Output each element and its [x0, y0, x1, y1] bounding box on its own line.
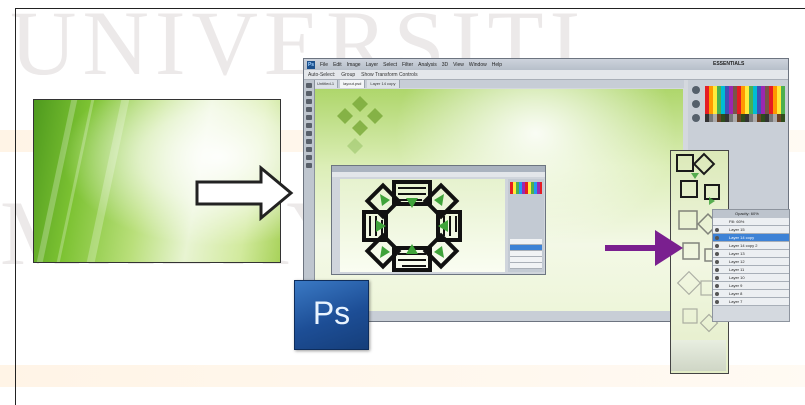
move-tool-icon[interactable] [306, 83, 312, 88]
light-streak [36, 100, 78, 262]
eye-icon[interactable] [715, 276, 719, 280]
eye-icon[interactable] [715, 268, 719, 272]
menu-item-filter[interactable]: Filter [402, 62, 413, 68]
small-ornament-icon [337, 96, 383, 154]
menu-item-edit[interactable]: Edit [333, 62, 342, 68]
photoshop-logo-text: Ps [312, 295, 351, 331]
menu-item-help[interactable]: Help [492, 62, 502, 68]
layer-name: Layer 8 [729, 291, 743, 296]
right-panels [508, 179, 544, 272]
layer-name: Layer 11 [729, 267, 745, 272]
doc-tab[interactable]: layout.psd [340, 80, 366, 88]
layer-name: Layer 15 [729, 227, 745, 232]
status-bar [315, 311, 683, 321]
brush-tool-icon[interactable] [306, 115, 312, 120]
nested-photoshop-window [331, 165, 546, 275]
white-arrow-icon [195, 165, 294, 221]
menu-item-analysis[interactable]: Analysis [418, 62, 437, 68]
layer-row[interactable]: Layer 12 [713, 258, 789, 266]
fill-value[interactable]: 60% [736, 219, 744, 224]
layer-row[interactable]: Layer 15 [713, 226, 789, 234]
ps-app-icon: Ps [307, 60, 315, 69]
show-transform-checkbox[interactable]: Show Transform Controls [361, 72, 417, 78]
auto-select-label: Auto-Select: [308, 71, 336, 78]
opacity-control[interactable]: Opacity: 60% [713, 210, 789, 218]
layer-name: Layer 12 [729, 259, 745, 264]
divider [15, 8, 805, 9]
menu-item-select[interactable]: Select [383, 62, 397, 68]
gradient-tool-icon[interactable] [306, 131, 312, 136]
options-bar: Auto-Select: Group Show Transform Contro… [304, 70, 788, 80]
opacity-label: Opacity: [735, 211, 750, 216]
layer-row[interactable]: Layer 14 copy 2 [713, 242, 789, 250]
eye-icon[interactable] [715, 252, 719, 256]
eye-icon[interactable] [715, 228, 719, 232]
swatches-grid[interactable] [705, 86, 785, 114]
menu-item-view[interactable]: View [453, 62, 464, 68]
photoshop-logo: Ps [294, 280, 369, 350]
layer-row[interactable]: Layer 8 [713, 290, 789, 298]
layer-row[interactable]: Layer 13 [713, 250, 789, 258]
preview-thumbnail [671, 340, 726, 371]
opacity-value[interactable]: 60% [751, 211, 759, 216]
layer-name: Layer 10 [729, 275, 745, 280]
menu-item-layer[interactable]: Layer [366, 62, 379, 68]
eye-icon[interactable] [715, 292, 719, 296]
document-canvas[interactable] [340, 179, 505, 272]
color-panel-icon[interactable] [692, 86, 700, 94]
hand-tool-icon[interactable] [306, 155, 312, 160]
purple-arrow-icon [605, 230, 683, 266]
eye-icon[interactable] [715, 260, 719, 264]
slide-frame: UNIVERSITI MALAYSIA Ps File Edit Image L… [0, 0, 805, 405]
zoom-tool-icon[interactable] [306, 163, 312, 168]
swatches-grid[interactable] [510, 182, 542, 194]
options-bar [332, 172, 545, 177]
workspace-switcher[interactable]: ESSENTIALS [713, 61, 744, 67]
fill-label: Fill: [729, 219, 736, 224]
kufic-octagram-icon [362, 180, 462, 272]
layer-row[interactable]: Layer 14 copy [713, 234, 789, 242]
fill-control[interactable]: Fill: 60% [713, 218, 789, 226]
layer-row[interactable] [510, 263, 542, 269]
layer-name: Layer 9 [729, 283, 743, 288]
eye-icon[interactable] [715, 244, 719, 248]
menu-item-file[interactable]: File [320, 62, 328, 68]
eye-icon[interactable] [715, 236, 719, 240]
swatches-grid[interactable] [705, 114, 785, 122]
menu-item-3d[interactable]: 3D [442, 62, 448, 68]
layer-name: Layer 13 [729, 251, 745, 256]
layer-name: Layer 7 [729, 299, 743, 304]
eye-icon[interactable] [715, 300, 719, 304]
eye-icon[interactable] [715, 284, 719, 288]
menu-item-window[interactable]: Window [469, 62, 487, 68]
eraser-tool-icon[interactable] [306, 123, 312, 128]
auto-select-dropdown[interactable]: Group [341, 72, 355, 78]
layers-panel: Opacity: 60% Fill: 60% Layer 15 Layer 14… [712, 209, 790, 322]
divider [15, 8, 16, 405]
document-tabs: Untitled-1 layout.psd Layer 14 copy [314, 80, 684, 88]
marquee-tool-icon[interactable] [306, 91, 312, 96]
light-streak [56, 100, 95, 262]
lasso-tool-icon[interactable] [306, 99, 312, 104]
doc-tab[interactable]: Untitled-1 [314, 80, 339, 88]
pen-tool-icon[interactable] [306, 139, 312, 144]
layer-name: Layer 14 copy 2 [729, 243, 758, 248]
crop-tool-icon[interactable] [306, 107, 312, 112]
layer-row[interactable]: Layer 7 [713, 298, 789, 306]
swatches-panel-icon[interactable] [692, 100, 700, 108]
layer-row[interactable]: Layer 11 [713, 266, 789, 274]
layer-row[interactable]: Layer 9 [713, 282, 789, 290]
layer-row[interactable]: Layer 10 [713, 274, 789, 282]
doc-tab[interactable]: Layer 14 copy [367, 80, 400, 88]
menu-item-image[interactable]: Image [347, 62, 361, 68]
adjustments-panel-icon[interactable] [692, 114, 700, 122]
layer-name: Layer 14 copy [729, 235, 755, 240]
light-streak [86, 100, 130, 262]
type-tool-icon[interactable] [306, 147, 312, 152]
